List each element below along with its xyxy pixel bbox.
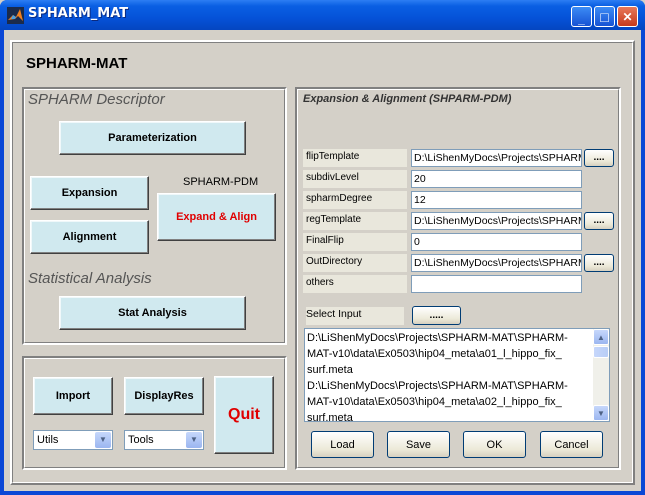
select-input-button[interactable]: ..... [412,306,461,325]
ok-button[interactable]: OK [463,431,526,458]
list-item[interactable]: D:\LiShenMyDocs\Projects\SPHARM-MAT\SPHA… [305,330,609,346]
chevron-down-icon: ▼ [186,432,202,448]
param-input-1[interactable]: 20 [411,170,582,188]
alignment-button[interactable]: Alignment [30,220,149,254]
save-button[interactable]: Save [387,431,450,458]
descriptor-title: SPHARM Descriptor [28,91,165,108]
select-input-button-label: ..... [429,310,444,321]
param-label-3: regTemplate [303,212,407,230]
param-input-5[interactable]: D:\LiShenMyDocs\Projects\SPHARM- [411,254,582,272]
param-input-4[interactable]: 0 [411,233,582,251]
param-label-0: flipTemplate [303,149,407,167]
browse-button-label: .... [593,257,605,268]
utils-select[interactable]: Utils ▼ [33,430,113,450]
select-input-label: Select Input [306,307,404,325]
load-button[interactable]: Load [311,431,374,458]
param-input-3[interactable]: D:\LiShenMyDocs\Projects\SPHARM- [411,212,582,230]
param-label-1: subdivLevel [303,170,407,188]
tools-select[interactable]: Tools ▼ [124,430,204,450]
stat-analysis-button[interactable]: Stat Analysis [59,296,246,330]
browse-button-5[interactable]: .... [584,254,614,272]
expansion-alignment-title: Expansion & Alignment (SHPARM-PDM) [303,93,512,105]
list-scrollbar[interactable]: ▲ ▼ [593,329,609,421]
import-button[interactable]: Import [33,377,113,415]
maximize-icon: □ [600,8,609,25]
close-icon: ✕ [622,9,633,24]
browse-button-3[interactable]: .... [584,212,614,230]
list-item[interactable]: MAT-v10\data\Ex0503\hip04_meta\a01_l_hip… [305,346,609,362]
app-title: SPHARM-MAT [26,55,128,72]
expand-align-button[interactable]: Expand & Align [157,193,276,241]
chevron-down-icon: ▼ [95,432,111,448]
list-item[interactable]: D:\LiShenMyDocs\Projects\SPHARM-MAT\SPHA… [305,378,609,394]
param-input-2[interactable]: 12 [411,191,582,209]
quit-button[interactable]: Quit [214,376,274,454]
browse-button-label: .... [593,152,605,163]
window-title: SPHARM_MAT [28,6,129,21]
tools-select-value: Tools [128,434,154,446]
input-file-list[interactable]: D:\LiShenMyDocs\Projects\SPHARM-MAT\SPHA… [304,328,610,422]
input-file-items: D:\LiShenMyDocs\Projects\SPHARM-MAT\SPHA… [305,329,609,421]
utils-select-value: Utils [37,434,59,446]
param-label-6: others [303,275,407,293]
scroll-down-icon[interactable]: ▼ [593,405,609,421]
close-button[interactable]: ✕ [617,6,638,27]
param-input-6[interactable] [411,275,582,293]
param-input-0[interactable]: D:\LiShenMyDocs\Projects\SPHARM- [411,149,582,167]
displayres-button[interactable]: DisplayRes [124,377,204,415]
maximize-button[interactable]: □ [594,6,615,27]
expansion-button[interactable]: Expansion [30,176,149,210]
title-bar[interactable]: SPHARM_MAT _ □ ✕ [0,0,645,30]
parameterization-button[interactable]: Parameterization [59,121,246,155]
matlab-icon [7,7,24,24]
scroll-up-icon[interactable]: ▲ [593,329,609,345]
param-label-4: FinalFlip [303,233,407,251]
minimize-button[interactable]: _ [571,6,592,27]
browse-button-0[interactable]: .... [584,149,614,167]
param-label-2: spharmDegree [303,191,407,209]
browse-button-label: .... [593,215,605,226]
cancel-button[interactable]: Cancel [540,431,603,458]
list-item[interactable]: surf.meta [305,362,609,378]
minimize-icon: _ [578,11,585,26]
list-item[interactable]: surf.meta [305,410,609,421]
scroll-thumb[interactable] [593,346,609,358]
param-label-5: OutDirectory [303,254,407,272]
spharm-pdm-label: SPHARM-PDM [183,176,259,188]
list-item[interactable]: MAT-v10\data\Ex0503\hip04_meta\a02_l_hip… [305,394,609,410]
stat-title: Statistical Analysis [28,270,152,287]
